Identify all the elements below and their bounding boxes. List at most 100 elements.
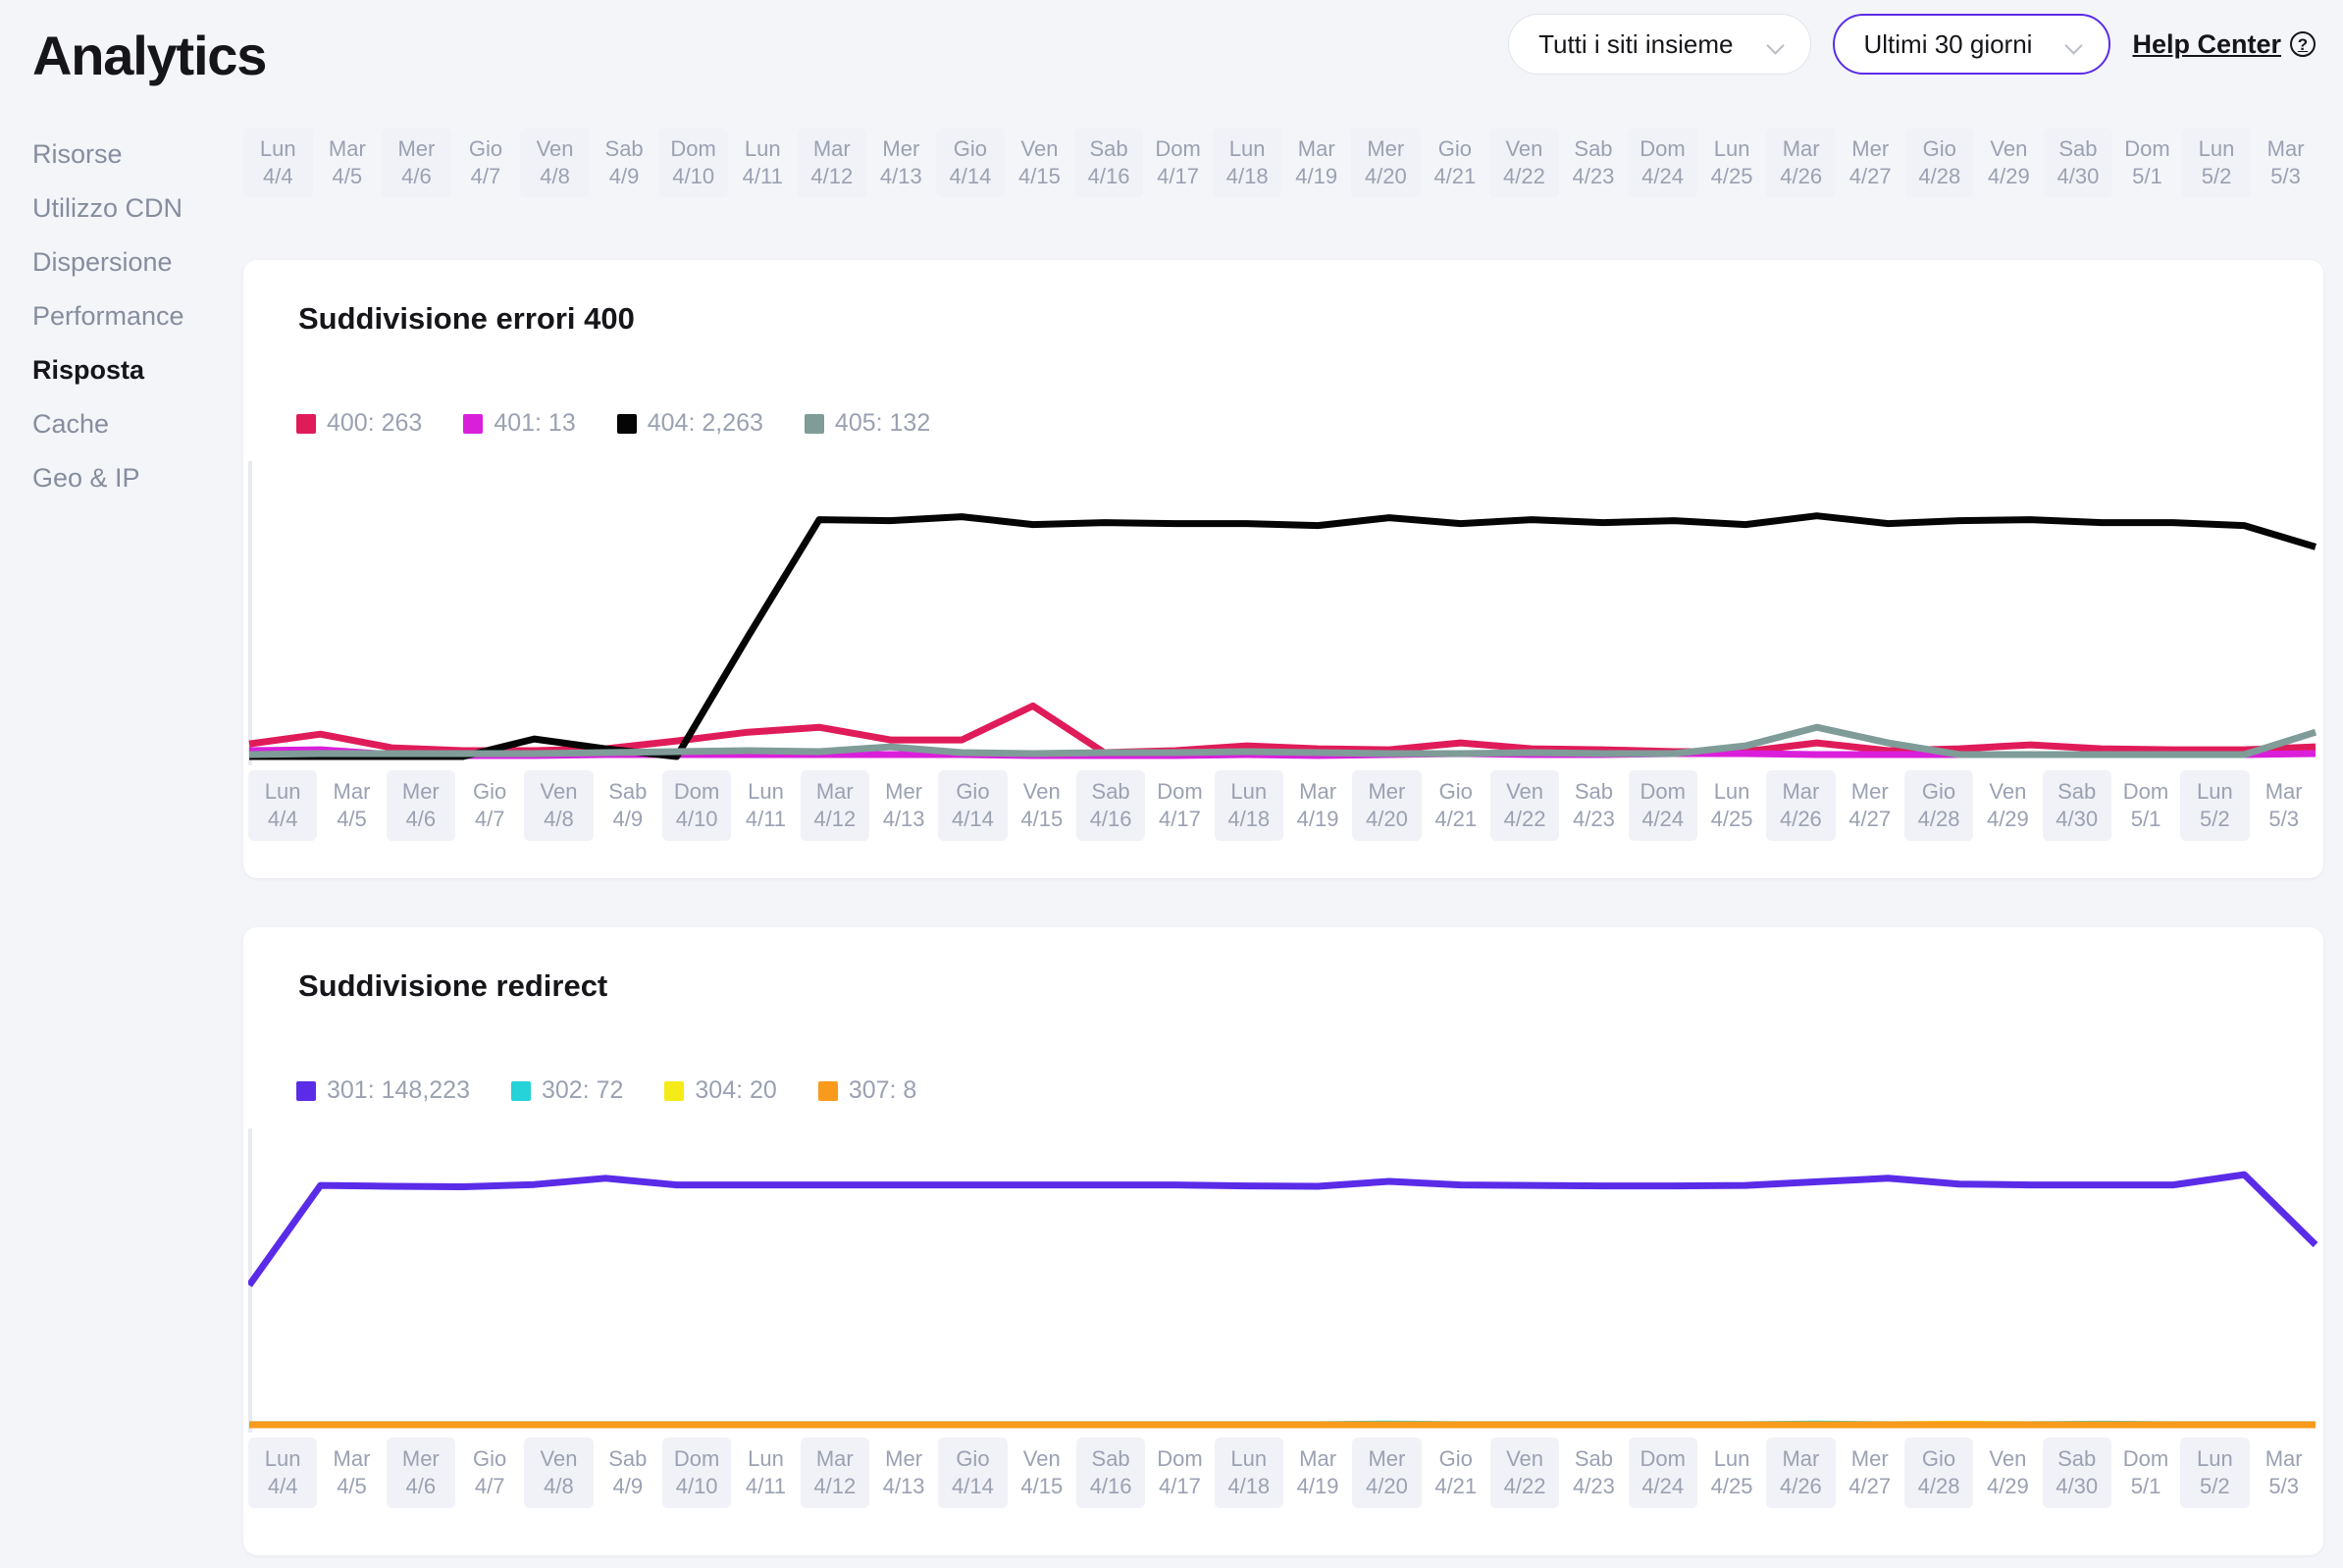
- axis-tick-date: 4/20: [1366, 1474, 1408, 1499]
- axis-tick: Sab4/30: [2043, 1437, 2111, 1508]
- axis-tick-date: 5/2: [2202, 164, 2232, 189]
- axis-tick: Mar4/26: [1766, 1437, 1835, 1508]
- legend-item-404[interactable]: 404: 2,263: [617, 409, 763, 438]
- sidebar-item-label: Cache: [32, 409, 109, 440]
- sidebar-nav: RisorseUtilizzo CDN Dispersione Performanc…: [0, 128, 240, 505]
- axis-tick-dow: Lun: [260, 136, 296, 162]
- axis-tick: Lun4/11: [731, 770, 800, 841]
- axis-tick-dow: Mar: [1782, 1446, 1819, 1472]
- chart-plot-errori-400: [248, 461, 2318, 765]
- axis-tick: Dom4/24: [1628, 128, 1697, 198]
- axis-tick-date: 4/14: [952, 1474, 994, 1499]
- legend-item-400[interactable]: 400: 263: [296, 409, 422, 438]
- axis-tick-date: 4/16: [1090, 807, 1132, 832]
- chart-plot-redirect: [248, 1128, 2318, 1433]
- site-select[interactable]: Tutti i siti insieme: [1508, 14, 1810, 75]
- axis-tick-dow: Gio: [956, 779, 989, 805]
- axis-tick: Sab4/23: [1559, 128, 1629, 198]
- axis-tick: Gio4/7: [455, 1437, 524, 1508]
- axis-tick: Mar4/26: [1766, 770, 1835, 841]
- axis-tick-date: 4/5: [333, 164, 363, 189]
- axis-tick: Lun5/2: [2180, 770, 2249, 841]
- axis-tick-date: 4/22: [1504, 807, 1546, 832]
- axis-tick: Dom5/1: [2111, 770, 2180, 841]
- sidebar-item-risposta[interactable]: Risposta: [0, 343, 240, 397]
- date-axis-errori-400: Lun4/4Mar4/5Mer4/6Gio4/7Ven4/8Sab4/9Dom4…: [248, 770, 2318, 841]
- axis-tick-date: 4/26: [1780, 164, 1822, 189]
- axis-tick-dow: Gio: [1922, 779, 1955, 805]
- chevron-down-icon: [2065, 39, 2083, 50]
- axis-tick-dow: Sab: [2057, 779, 2096, 805]
- chart-title-redirect: Suddivisione redirect: [298, 968, 607, 1004]
- axis-tick-date: 4/6: [401, 164, 432, 189]
- legend-swatch-icon: [818, 1081, 838, 1101]
- axis-tick: Ven4/8: [520, 128, 590, 198]
- axis-tick-dow: Dom: [1640, 1446, 1686, 1472]
- axis-tick-dow: Mer: [882, 136, 919, 162]
- axis-tick-dow: Dom: [2123, 779, 2168, 805]
- axis-tick-date: 4/13: [883, 807, 925, 832]
- axis-tick-date: 4/9: [613, 1474, 644, 1499]
- legend-item-304[interactable]: 304: 20: [664, 1076, 776, 1105]
- legend-item-301[interactable]: 301: 148,223: [296, 1076, 470, 1105]
- axis-tick-dow: Sab: [1089, 136, 1127, 162]
- axis-tick-dow: Lun: [2197, 779, 2233, 805]
- axis-tick: Dom5/1: [2111, 1437, 2180, 1508]
- axis-tick: Sab4/23: [1559, 770, 1628, 841]
- axis-tick-date: 4/22: [1504, 1474, 1546, 1499]
- axis-tick-dow: Gio: [473, 779, 506, 805]
- axis-tick: Sab4/9: [590, 128, 659, 198]
- axis-tick-dow: Mer: [402, 779, 440, 805]
- axis-tick: Mar5/3: [2250, 770, 2318, 841]
- axis-tick-dow: Sab: [1575, 1446, 1613, 1472]
- axis-tick: Mar4/5: [317, 1437, 386, 1508]
- legend-item-401[interactable]: 401: 13: [463, 409, 575, 438]
- sidebar-item-performance[interactable]: Performance: [0, 289, 240, 343]
- sidebar-item-dispersione[interactable]: Dispersione: [0, 235, 240, 289]
- sidebar-item-risorse[interactable]: Risorse: [0, 128, 240, 182]
- axis-tick-dow: Sab: [2058, 136, 2097, 162]
- axis-tick-date: 4/23: [1573, 807, 1615, 832]
- axis-tick-date: 4/13: [880, 164, 922, 189]
- axis-tick-date: 4/30: [2056, 1474, 2098, 1499]
- legend-item-302[interactable]: 302: 72: [511, 1076, 623, 1105]
- axis-tick-dow: Dom: [1157, 779, 1202, 805]
- sidebar-item-label: Dispersione: [32, 247, 173, 278]
- analytics-page: Analytics Tutti i siti insieme Ultimi 30…: [0, 0, 2343, 1568]
- axis-tick: Mer4/27: [1836, 770, 1904, 841]
- legend-label: 307: 8: [849, 1076, 917, 1105]
- axis-tick-date: 4/10: [672, 164, 714, 189]
- axis-tick-date: 4/5: [337, 807, 367, 832]
- axis-tick-date: 4/12: [813, 1474, 856, 1499]
- axis-tick-date: 4/16: [1088, 164, 1130, 189]
- axis-tick-dow: Gio: [954, 136, 987, 162]
- axis-tick-dow: Mar: [1299, 779, 1336, 805]
- date-range-select[interactable]: Ultimi 30 giorni: [1833, 14, 2111, 75]
- axis-tick: Gio4/14: [936, 128, 1006, 198]
- axis-tick-date: 4/20: [1366, 807, 1408, 832]
- axis-tick-dow: Dom: [1640, 779, 1686, 805]
- axis-tick-date: 5/2: [2200, 807, 2230, 832]
- header-controls: Tutti i siti insieme Ultimi 30 giorni He…: [1508, 14, 2316, 75]
- sidebar-item-geo-ip[interactable]: Geo & IP: [0, 451, 240, 505]
- axis-tick-date: 4/14: [952, 807, 994, 832]
- axis-tick: Sab4/23: [1559, 1437, 1628, 1508]
- sidebar-item-cache[interactable]: Cache: [0, 397, 240, 451]
- axis-tick-date: 4/27: [1849, 164, 1892, 189]
- axis-tick-date: 4/16: [1090, 1474, 1132, 1499]
- axis-tick-dow: Ven: [537, 136, 574, 162]
- help-center-link[interactable]: Help Center ?: [2132, 29, 2316, 60]
- axis-tick-dow: Lun: [2199, 136, 2235, 162]
- axis-tick-dow: Sab: [1574, 136, 1612, 162]
- axis-tick: Lun4/25: [1697, 128, 1767, 198]
- legend-item-405[interactable]: 405: 132: [805, 409, 930, 438]
- axis-tick: Mar4/19: [1283, 1437, 1352, 1508]
- axis-tick-dow: Ven: [1506, 779, 1543, 805]
- page-title: Analytics: [32, 24, 266, 87]
- legend-item-307[interactable]: 307: 8: [818, 1076, 917, 1105]
- sidebar-item-utilizzo-cdn[interactable]: Utilizzo CDN: [0, 182, 240, 235]
- axis-tick-date: 5/3: [2268, 807, 2299, 832]
- axis-tick-date: 4/4: [263, 164, 293, 189]
- axis-tick-dow: Gio: [469, 136, 502, 162]
- axis-tick-date: 4/29: [1987, 1474, 2029, 1499]
